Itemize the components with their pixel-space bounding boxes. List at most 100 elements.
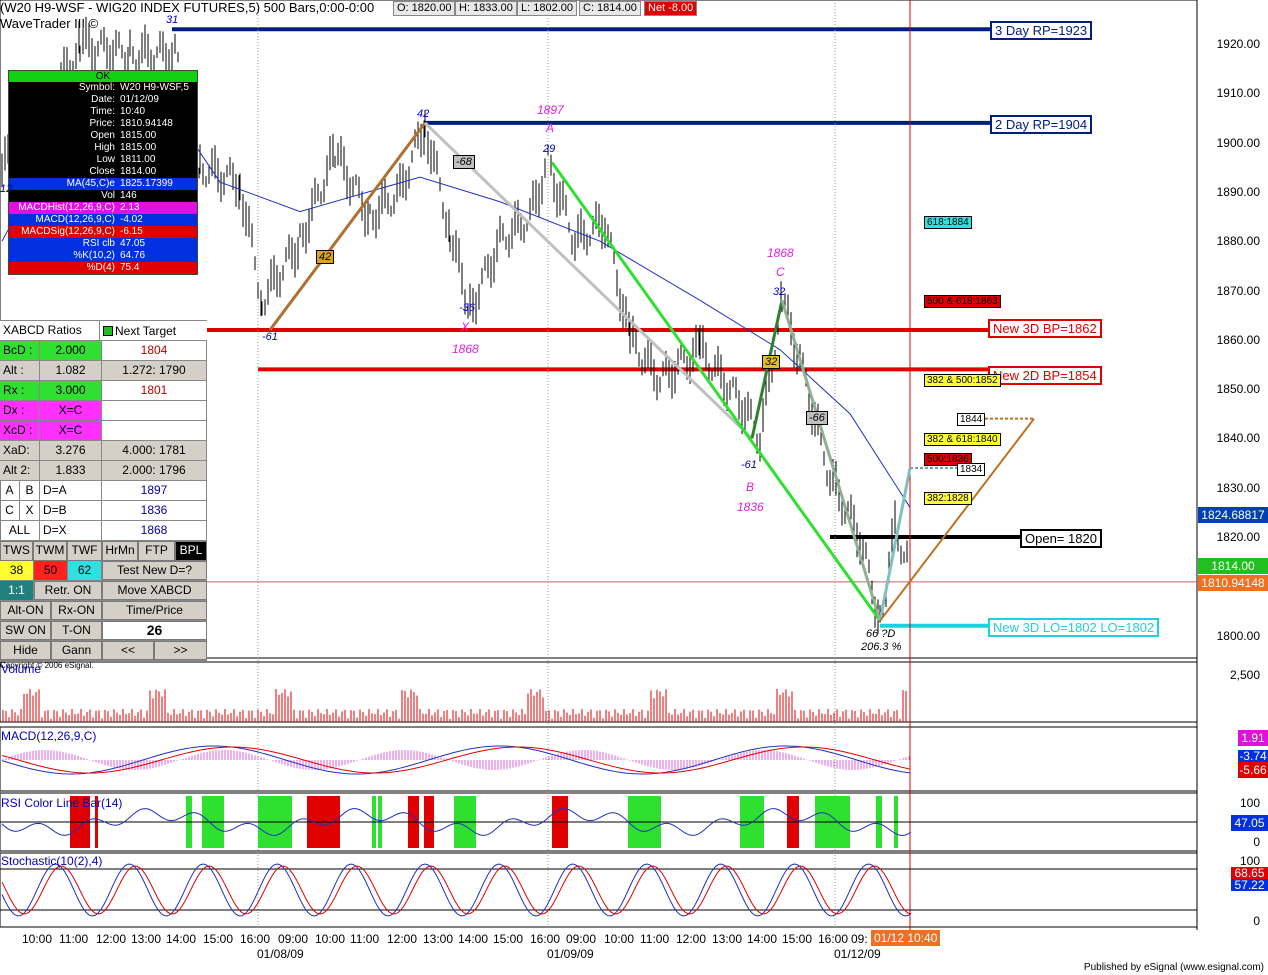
xabcd-ratio-row: BcD :2.000 1804 [0, 341, 207, 361]
data-window-key: Symbol: [78, 82, 115, 93]
point-32-value: 32 [773, 286, 786, 298]
data-window-row: Price: 1810.94148 [9, 118, 197, 130]
ratio-name[interactable]: Alt 2: [0, 461, 40, 480]
data-window-row: Close 1814.00 [9, 166, 197, 178]
ratio-name[interactable]: XaD: [0, 441, 40, 460]
xabcd-title: XABCD Ratios [0, 321, 100, 340]
d-row-point[interactable]: ALL [0, 521, 40, 540]
stoch-pane-frame [0, 852, 1198, 928]
data-window-row: MACDHist(12,26,9,C) 2.13 [9, 202, 197, 214]
app-name: WaveTrader III © [0, 16, 99, 31]
ratio-name[interactable]: BcD : [0, 341, 40, 360]
d-row-point[interactable]: A [0, 481, 20, 500]
ratio-target: 1801 [102, 381, 207, 400]
point-m36-value: -36 [459, 302, 475, 314]
data-window-row: MACD(12,26,9,C) -4.02 [9, 214, 197, 226]
ratio-name[interactable]: Dx : [0, 401, 40, 420]
green-leg [550, 161, 882, 622]
test-new-d-button[interactable]: Test New D=? [102, 561, 207, 580]
data-window-status: OK [9, 71, 197, 82]
data-window-value: 10:40 [120, 106, 146, 117]
time-axis-label: 15:00 [493, 932, 524, 946]
data-window-key: MACD(12,26,9,C) [35, 214, 115, 225]
point-31-value: 31 [166, 14, 179, 26]
tab-ftp[interactable]: FTP [138, 541, 175, 561]
d-row-point[interactable]: C [0, 501, 20, 520]
ratio-target [102, 401, 207, 420]
ratio-62[interactable]: 62 [68, 561, 102, 580]
tab-bpl[interactable]: BPL [175, 541, 207, 561]
macd-hist-tag: 1.91 [1238, 730, 1268, 746]
three-day-rp-label: 3 Day RP=1923 [990, 21, 1093, 40]
data-window-value: -6.15 [120, 226, 143, 237]
b-point-price: 1836 [737, 500, 764, 514]
data-window-value: 1825.17399 [120, 178, 173, 189]
prev-button[interactable]: << [102, 641, 154, 660]
stoch-k-line [1, 863, 912, 917]
data-window-value: 64.76 [120, 250, 146, 261]
time-price-button[interactable]: Time/Price [102, 601, 207, 620]
data-window-value: 1815.00 [120, 130, 157, 141]
d-row: C X D=B 1836 [0, 501, 207, 521]
rx-on-button[interactable]: Rx-ON [51, 601, 102, 620]
data-window-row: RSI clb 47.05 [9, 238, 197, 250]
d-row-rule: D=X [40, 521, 102, 540]
xabcd-ratio-row: Alt :1.082 1.272: 1790 [0, 361, 207, 381]
target-1834: 1834 [957, 463, 986, 476]
d-row-point[interactable]: X [20, 501, 40, 520]
data-window[interactable]: OK Symbol: W20 H9-WSF,5 Date: 01/12/09 Time:… [8, 70, 198, 275]
high-value: H: 1833.00 [455, 1, 517, 16]
price-axis-label: 1830.00 [1216, 480, 1260, 495]
t-on-button[interactable]: T-ON [51, 621, 102, 640]
data-window-key: Low [96, 154, 115, 165]
stoch-axis-0: 0 [1253, 914, 1260, 928]
data-window-value: 2.13 [120, 202, 140, 213]
ratio-target: 1804 [102, 341, 207, 360]
ratio-value: X=C [40, 421, 102, 440]
point-m68-value: -68 [453, 155, 475, 169]
tab-tws[interactable]: TWS [0, 541, 33, 561]
d-point-pct: 206.3 % [861, 641, 902, 653]
data-window-row: Vol 146 [9, 190, 197, 202]
data-window-row: MACDSig(12,26,9,C) -6.15 [9, 226, 197, 238]
ratio-50[interactable]: 50 [34, 561, 68, 580]
ratio-target: 2.000: 1796 [102, 461, 207, 480]
tab-twm[interactable]: TWM [33, 541, 67, 561]
data-window-key: Vol [101, 190, 115, 201]
price-axis-label: 1920.00 [1216, 37, 1260, 51]
d-row-point[interactable]: B [20, 481, 40, 500]
gann-button[interactable]: Gann [51, 641, 102, 660]
data-window-value: 75.4 [120, 262, 140, 273]
move-xabcd-button[interactable]: Move XABCD [102, 581, 207, 600]
sw-on-button[interactable]: SW ON [0, 621, 51, 640]
alt-on-button[interactable]: Alt-ON [0, 601, 51, 620]
data-window-value: W20 H9-WSF,5 [120, 82, 189, 93]
ratio-name[interactable]: Alt : [0, 361, 40, 380]
point-42-value: 42 [417, 108, 430, 120]
next-target-label: Next Target [115, 323, 177, 338]
tab-twf[interactable]: TWF [67, 541, 102, 561]
macd-pane-title: MACD(12,26,9,C) [1, 729, 97, 743]
ratio-value: 1.082 [40, 361, 102, 380]
next-button[interactable]: >> [154, 641, 207, 660]
ratio-name[interactable]: Rx : [0, 381, 40, 400]
x-point-value: -61 [262, 331, 278, 343]
data-window-row: Date: 01/12/09 [9, 94, 197, 106]
a-point-price: 1897 [537, 103, 564, 117]
time-axis-label: 09: [851, 932, 868, 946]
close-price-tag: 1814.00 [1198, 558, 1268, 574]
ratio-name[interactable]: XcD : [0, 421, 40, 440]
price-axis-label: 1870.00 [1216, 283, 1260, 298]
fib-382-1828: 382:1828 [924, 492, 972, 505]
volume-bars [2, 689, 907, 722]
data-window-row: Time: 10:40 [9, 106, 197, 118]
x-point-label: X [461, 320, 470, 334]
tab-hrmn[interactable]: HrMn [102, 541, 138, 561]
time-axis-label: 12:00 [676, 932, 707, 946]
retr-on-button[interactable]: Retr. ON [34, 581, 102, 600]
xabcd-panel[interactable]: XABCD Ratios Next Target BcD :2.000 1804 A… [0, 320, 207, 671]
one-one-button[interactable]: 1:1 [0, 581, 34, 600]
hide-button[interactable]: Hide [0, 641, 51, 660]
target-1844: 1844 [957, 413, 986, 426]
ratio-38[interactable]: 38 [0, 561, 34, 580]
